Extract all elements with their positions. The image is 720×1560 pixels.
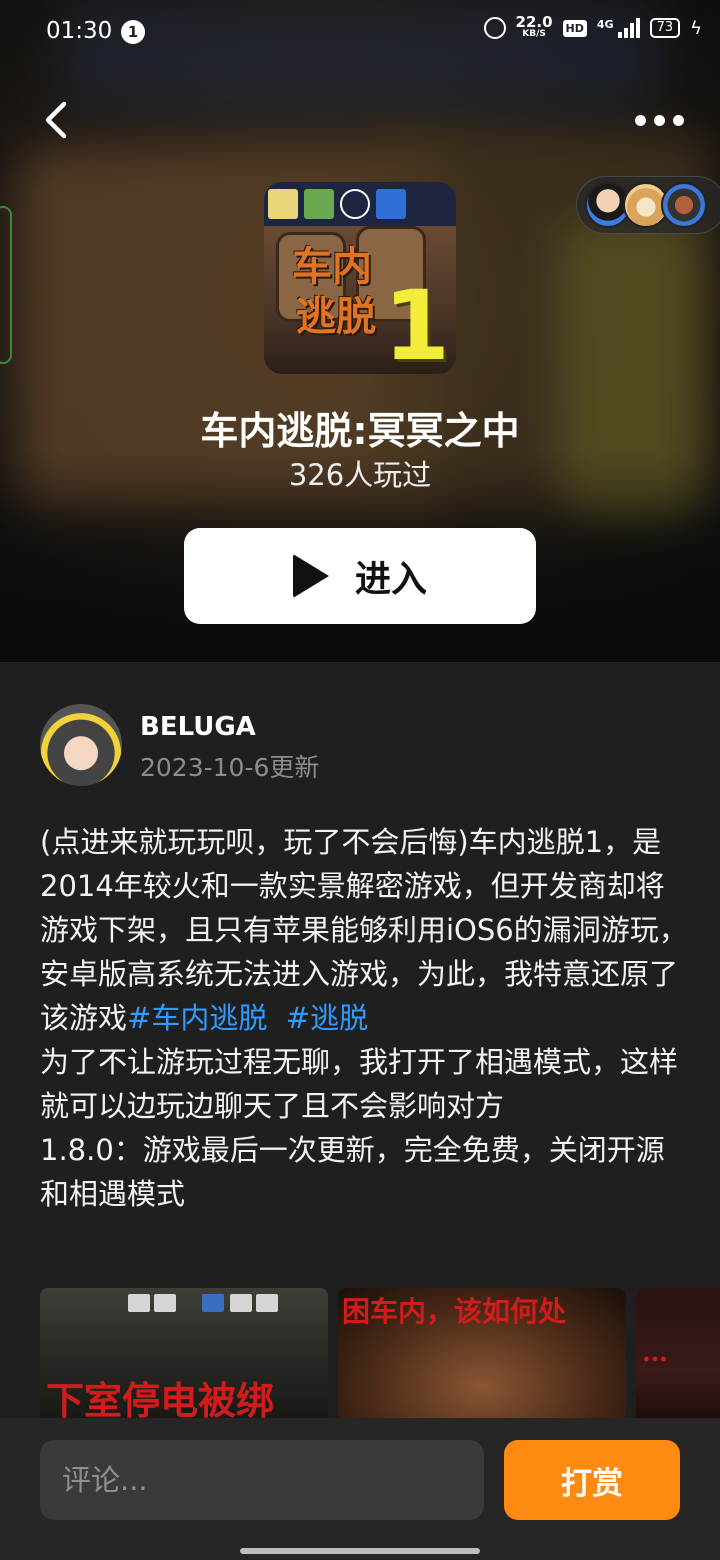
screenshot-thumbnail[interactable]: 困车内，该如何处 xyxy=(338,1288,626,1418)
players-avatar-group[interactable] xyxy=(576,176,720,234)
network-type: 4G xyxy=(596,17,614,31)
icon-title-line2: 逃脱 xyxy=(296,293,376,340)
notification-badge: 1 xyxy=(121,20,145,44)
description-text: 为了不让游玩过程无聊，我打开了相遇模式，这样就可以边玩边聊天了且不会影响对方 1… xyxy=(40,1045,679,1211)
play-count: 326人玩过 xyxy=(288,458,432,492)
world-badge-icon xyxy=(376,189,406,219)
screenshot-carousel[interactable]: 下室停电被绑 困车内，该如何处 … xyxy=(40,1288,720,1418)
icon-number: 1 xyxy=(383,270,450,374)
net-speed-value: 22.0 xyxy=(515,13,553,31)
alarm-icon xyxy=(483,17,506,39)
screenshot-caption: 下室停电被绑 xyxy=(46,1378,275,1418)
tip-button[interactable]: 打赏 xyxy=(504,1440,680,1520)
enter-label: 进入 xyxy=(354,559,427,600)
bottom-action-bar: 打赏 xyxy=(0,1418,720,1560)
chevron-left-icon xyxy=(45,101,67,139)
game-hero: 01:30 1 22.0 KB/S HD 4G 73 ϟ 车内 逃脱 1 车内逃… xyxy=(0,0,720,662)
back-button[interactable] xyxy=(38,100,78,140)
game-icon-toolbar xyxy=(264,182,456,226)
globe-icon xyxy=(340,189,370,219)
author-name[interactable]: BELUGA xyxy=(140,712,256,742)
hd-icon: HD xyxy=(562,19,587,37)
screenshot-caption: … xyxy=(642,1338,668,1368)
signal-icon xyxy=(617,18,640,38)
screenshot-thumbnail[interactable]: 下室停电被绑 xyxy=(40,1288,328,1418)
document-icon xyxy=(268,189,298,219)
avatar xyxy=(661,182,707,228)
game-title: 车内逃脱:冥冥之中 xyxy=(200,409,520,453)
hashtag-link[interactable]: #车内逃脱 xyxy=(127,1001,267,1035)
game-icon: 车内 逃脱 1 xyxy=(264,182,456,374)
net-speed: 22.0 KB/S xyxy=(515,13,553,40)
screenshot-caption: 困车内，该如何处 xyxy=(342,1295,567,1328)
status-time: 01:30 xyxy=(46,18,113,44)
more-options-button[interactable] xyxy=(635,104,684,136)
game-details: BELUGA 2023-10-6更新 (点进来就玩玩呗，玩了不会后悔)车内逃脱1… xyxy=(0,662,720,1418)
screenshot-thumbnail[interactable]: … xyxy=(636,1288,720,1418)
more-dots-icon xyxy=(635,114,646,126)
game-icon-artwork: 车内 逃脱 1 xyxy=(264,226,456,374)
status-bar: 01:30 1 22.0 KB/S HD 4G 73 ϟ xyxy=(0,0,720,64)
author-avatar[interactable] xyxy=(40,704,122,786)
game-thumb-icon xyxy=(304,189,334,219)
play-icon xyxy=(292,554,329,598)
hashtag-link[interactable]: #逃脱 xyxy=(286,1001,368,1035)
update-date: 2023-10-6更新 xyxy=(140,753,320,782)
comment-input[interactable] xyxy=(40,1440,484,1520)
game-description: (点进来就玩玩呗，玩了不会后悔)车内逃脱1，是2014年较火和一款实景解密游戏，… xyxy=(40,820,690,1216)
battery-icon: 73 xyxy=(649,18,681,38)
charging-icon: ϟ xyxy=(690,17,702,39)
status-icons: 22.0 KB/S HD 4G 73 ϟ xyxy=(483,13,702,40)
home-indicator[interactable] xyxy=(240,1548,480,1554)
enter-game-button[interactable]: 进入 xyxy=(184,528,536,624)
side-handle[interactable] xyxy=(0,206,12,364)
